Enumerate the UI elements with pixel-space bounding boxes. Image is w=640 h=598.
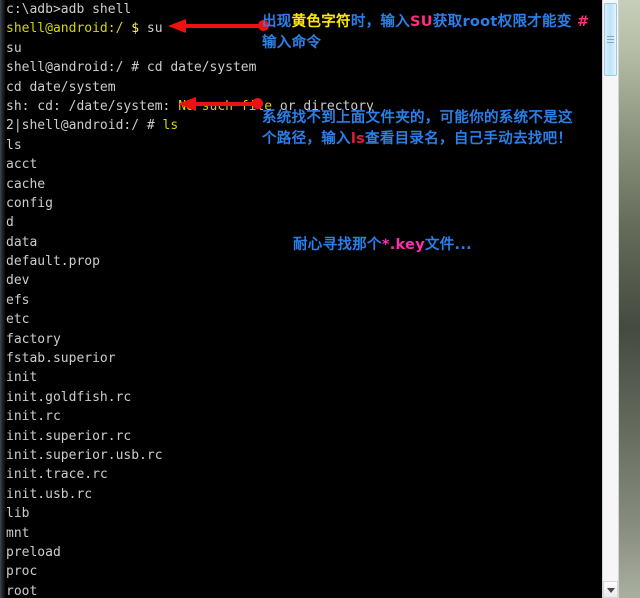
annotation-text-segment: 黄色字符 — [291, 14, 351, 30]
terminal-text-segment: init.superior.rc — [6, 428, 132, 444]
terminal-line: init.superior.usb.rc — [6, 446, 602, 465]
console-window: c:\adb>adb shell shell@android:/ $ su su sh… — [0, 0, 640, 598]
arrow-shaft — [184, 24, 262, 28]
annotation-text-segment: ls — [350, 131, 366, 147]
terminal-line: init.rc — [6, 407, 602, 426]
terminal-line: dev — [6, 271, 602, 290]
terminal-text-segment: init.goldfish.rc — [6, 389, 132, 405]
terminal-text-segment: cd date/system — [6, 79, 116, 95]
terminal-text-segment: config — [6, 195, 53, 211]
annotation-text-segment: *.key — [381, 237, 425, 253]
terminal-text-segment: c:\adb>adb shell — [6, 2, 132, 17]
terminal-line: proc — [6, 562, 602, 581]
note-su-root: 出现黄色字符时，输入SU获取root权限才能变 # 输入命令 — [262, 12, 634, 54]
terminal-line: fstab.superior — [6, 349, 602, 368]
terminal-text-segment: cache — [6, 176, 46, 192]
scrollbar-thumb[interactable] — [604, 3, 617, 76]
terminal-line: init.superior.rc — [6, 427, 602, 446]
terminal-text-segment: ls — [162, 118, 179, 134]
terminal-text-segment: sh: cd: /date/system: — [6, 98, 179, 114]
terminal-output[interactable]: c:\adb>adb shell shell@android:/ $ su su sh… — [6, 0, 602, 598]
scrollbar-grip-icon — [607, 35, 614, 44]
terminal-line: lib — [6, 504, 602, 523]
annotation-text-segment: 出现 — [262, 14, 292, 30]
terminal-text-segment: ls — [6, 137, 22, 153]
annotation-text-segment: 获取root权限才能变 — [432, 14, 577, 30]
annotation-text-segment: 文件... — [424, 237, 472, 253]
terminal-text-segment: lib — [6, 506, 30, 522]
arrow-shaft — [194, 102, 256, 106]
annotation-text-segment: SU — [410, 14, 433, 30]
scrollbar-down-button[interactable] — [603, 581, 618, 598]
terminal-text-segment: factory — [6, 331, 61, 347]
terminal-text-segment: proc — [6, 564, 38, 580]
annotation-text-segment: # — [577, 14, 590, 30]
terminal-line: init.goldfish.rc — [6, 388, 602, 407]
terminal-line: factory — [6, 330, 602, 349]
terminal-text-segment: init.usb.rc — [6, 486, 93, 502]
terminal-line: cd date/system — [6, 78, 602, 97]
note-path-not-found: 系统找不到上面文件夹的，可能你的系统不是这个路径，输入ls查看目录名，自己手动去… — [262, 108, 574, 150]
terminal-text-segment: default.prop — [6, 254, 100, 270]
window-left-border — [0, 0, 5, 598]
terminal-line: config — [6, 194, 602, 213]
note-find-key-file: 耐心寻找那个*.key文件... — [293, 235, 523, 256]
terminal-text-segment: shell@android:/ # cd date/system — [6, 60, 257, 76]
vertical-scrollbar[interactable] — [602, 0, 619, 598]
terminal-line: init.usb.rc — [6, 485, 602, 504]
terminal-line: cache — [6, 175, 602, 194]
terminal-text-segment: init.rc — [6, 409, 61, 425]
terminal-text-segment: d — [6, 215, 14, 231]
terminal-text-segment: $ — [131, 21, 140, 37]
scrollbar-track[interactable] — [603, 0, 618, 598]
terminal-text-segment: su — [139, 21, 163, 37]
terminal-line: efs — [6, 291, 602, 310]
terminal-text-segment: etc — [6, 312, 30, 328]
terminal-line: init.trace.rc — [6, 465, 602, 484]
annotation-text-segment: 耐心寻找那个 — [293, 237, 382, 253]
terminal-line: etc — [6, 310, 602, 329]
terminal-text-segment: mnt — [6, 525, 30, 541]
terminal-text-segment: acct — [6, 157, 38, 173]
terminal-text-segment: init — [6, 370, 38, 386]
terminal-text-segment: fstab.superior — [6, 351, 116, 367]
terminal-text-segment: preload — [6, 544, 61, 560]
terminal-text-segment: dev — [6, 273, 30, 289]
desktop-background-strip — [619, 0, 640, 598]
terminal-line: acct — [6, 155, 602, 174]
annotation-text-segment: 输入命令 — [262, 35, 322, 51]
terminal-line: mnt — [6, 524, 602, 543]
terminal-line: preload — [6, 543, 602, 562]
terminal-line: shell@android:/ # cd date/system — [6, 58, 602, 77]
terminal-text-segment: init.trace.rc — [6, 467, 108, 483]
arrow-to-su-command — [168, 18, 272, 34]
terminal-line: d — [6, 213, 602, 232]
terminal-text-segment: data — [6, 234, 38, 250]
terminal-text-segment: efs — [6, 292, 30, 308]
terminal-text-segment: root — [6, 583, 38, 598]
terminal-line: init — [6, 368, 602, 387]
terminal-line: root — [6, 582, 602, 598]
terminal-text-segment: init.superior.usb.rc — [6, 447, 163, 463]
annotation-text-segment: 查看目录名，自己手动去找吧！ — [365, 131, 573, 147]
chevron-down-icon — [606, 587, 615, 593]
terminal-text-segment: 2|shell@android:/ # — [6, 118, 163, 134]
terminal-text-segment: shell@android:/ — [6, 21, 132, 37]
arrow-to-ls-command — [178, 96, 266, 112]
terminal-text-segment: su — [6, 40, 22, 56]
annotation-text-segment: 时，输入 — [350, 14, 411, 30]
